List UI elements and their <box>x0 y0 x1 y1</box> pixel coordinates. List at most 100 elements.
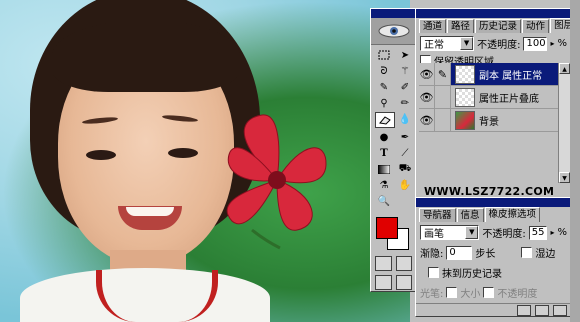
eye-icon[interactable]: 👁 <box>419 86 435 108</box>
erase-to-history-label: 抹到历史记录 <box>442 269 502 280</box>
tab-history[interactable]: 历史记录 <box>475 19 522 33</box>
gradient-tool-icon[interactable] <box>375 162 393 176</box>
wet-edges-label: 湿边 <box>535 249 556 260</box>
paint-bucket-tool-icon[interactable]: ⛟ <box>396 162 414 176</box>
eraser-opacity-input[interactable]: 55 <box>528 225 548 240</box>
stylus-label: 光笔: <box>420 289 444 300</box>
magic-wand-tool-icon[interactable]: ⚚ <box>396 64 414 78</box>
stylus-opacity-label: 不透明度 <box>497 289 538 300</box>
quick-mask-mode-icon[interactable] <box>395 256 412 271</box>
eye-icon[interactable]: 👁 <box>419 63 435 85</box>
standard-mode-icon[interactable] <box>375 256 392 271</box>
wet-edges-checkbox[interactable] <box>521 247 533 258</box>
scroll-down-icon[interactable]: ▼ <box>559 172 570 183</box>
steps-label: 步长 <box>475 249 496 260</box>
trash-icon[interactable] <box>553 304 567 316</box>
lasso-tool-icon[interactable]: ᘐ <box>375 64 393 78</box>
marquee-tool-icon[interactable] <box>375 48 393 62</box>
tab-eraser-options[interactable]: 橡皮擦选项 <box>484 207 541 222</box>
options-palette-tabs: 导航器 信息 橡皮擦选项 <box>416 207 571 222</box>
photo-right-eye <box>168 148 198 158</box>
layer-name: 背景 <box>479 116 499 128</box>
toolbox: ➤ ᘐ ⚚ ✎ ✐ ⚲ ✏ 💧 ● ✒ T ⟋ ⛟ ⚗ ✋ 🔍 <box>370 8 417 292</box>
layer-name: 属性正片叠底 <box>479 93 539 105</box>
fade-label: 渐隐: <box>420 249 444 260</box>
paintbrush-icon[interactable]: ✎ <box>435 63 451 85</box>
blend-mode-value: 正常 <box>424 40 444 51</box>
color-swatches <box>375 214 416 254</box>
screen-mode-standard-icon[interactable] <box>375 275 392 290</box>
screen-mode-full-icon[interactable] <box>395 275 412 290</box>
layer-thumbnail <box>455 110 475 130</box>
opacity-input[interactable]: 100 <box>523 36 548 51</box>
eraser-opacity-unit: % <box>557 227 567 238</box>
eraser-mode-select[interactable]: 画笔 ▼ <box>420 225 480 240</box>
measure-tool-icon[interactable]: ⟋ <box>396 146 414 160</box>
blur-tool-icon[interactable]: 💧 <box>396 112 414 126</box>
eye-icon[interactable]: 👁 <box>419 109 435 131</box>
stylus-size-checkbox[interactable] <box>446 287 458 298</box>
photo-collar <box>96 270 218 322</box>
scroll-up-icon[interactable]: ▲ <box>559 63 570 74</box>
tab-navigator[interactable]: 导航器 <box>419 208 456 222</box>
photo-bangs <box>52 20 240 92</box>
pen-tool-icon[interactable]: ✒ <box>396 130 414 144</box>
window-edge <box>570 0 580 322</box>
foreground-color-swatch[interactable] <box>376 217 398 239</box>
opacity-unit: % <box>557 38 567 49</box>
airbrush-tool-icon[interactable]: ✎ <box>375 80 393 94</box>
hibiscus-flower <box>226 114 327 250</box>
layer-link-cell[interactable] <box>435 86 451 108</box>
layer-link-cell[interactable] <box>435 109 451 131</box>
screen-modes <box>371 273 416 292</box>
opacity-arrow-icon[interactable]: ▸ <box>550 39 554 48</box>
paintbrush-tool-icon[interactable]: ✐ <box>396 80 414 94</box>
layers-list: 👁 ✎ 副本 属性正常 👁 属性正片叠底 👁 背景 <box>419 63 574 183</box>
tab-paths[interactable]: 路径 <box>447 19 475 33</box>
tab-actions[interactable]: 动作 <box>522 19 550 33</box>
layers-palette-title-bar[interactable] <box>416 9 571 18</box>
eraser-opacity-label: 不透明度: <box>482 229 526 240</box>
stylus-size-label: 大小 <box>460 289 481 300</box>
blend-mode-select[interactable]: 正常 ▼ <box>420 36 475 51</box>
mask-modes <box>371 254 416 273</box>
options-palette-footer <box>416 303 571 316</box>
layer-row[interactable]: 👁 背景 <box>419 109 574 132</box>
dodge-tool-icon[interactable]: ● <box>375 130 393 144</box>
layers-palette-tabs: 通道 路径 历史记录 动作 图层 <box>416 18 578 33</box>
fade-input[interactable]: 0 <box>446 245 473 260</box>
layer-thumbnail <box>455 87 475 107</box>
hand-tool-icon[interactable]: ✋ <box>396 178 414 192</box>
type-tool-icon[interactable]: T <box>375 146 393 160</box>
layers-scrollbar[interactable]: ▲ ▼ <box>558 63 570 183</box>
eyedropper-tool-icon[interactable]: ⚗ <box>375 178 393 192</box>
layer-row[interactable]: 👁 ✎ 副本 属性正常 <box>419 63 574 86</box>
layer-row[interactable]: 👁 属性正片叠底 <box>419 86 574 109</box>
tab-channels[interactable]: 通道 <box>419 19 447 33</box>
eraser-options-palette: 导航器 信息 橡皮擦选项 画笔 ▼ 不透明度: 55 ▸ % 渐隐: 0 步长 … <box>415 197 572 317</box>
toolbox-title-bar[interactable] <box>371 9 416 18</box>
photoshop-eye-logo[interactable] <box>371 18 416 45</box>
erase-to-history-checkbox[interactable] <box>428 267 439 278</box>
chevron-down-icon: ▼ <box>460 37 474 50</box>
stylus-opacity-checkbox[interactable] <box>483 287 495 298</box>
layers-palette: 通道 路径 历史记录 动作 图层 正常 ▼ 不透明度: 100 ▸ % 保留透明… <box>415 8 578 198</box>
move-tool-icon[interactable]: ➤ <box>396 48 414 62</box>
new-layer-icon[interactable] <box>517 304 531 316</box>
layer-name: 副本 属性正常 <box>479 70 543 82</box>
eraser-tool-icon[interactable] <box>375 112 395 128</box>
opacity-label: 不透明度: <box>477 40 521 51</box>
layer-thumbnail <box>455 64 475 84</box>
options-palette-title-bar[interactable] <box>416 198 571 207</box>
zoom-tool-icon[interactable]: 🔍 <box>375 194 393 208</box>
duplicate-icon[interactable] <box>535 304 549 316</box>
rubber-stamp-tool-icon[interactable]: ⚲ <box>375 96 393 110</box>
tab-info[interactable]: 信息 <box>456 208 484 222</box>
photo-left-eye <box>86 150 116 160</box>
eraser-mode-value: 画笔 <box>424 229 444 240</box>
document-canvas[interactable] <box>0 0 410 322</box>
pencil-tool-icon[interactable]: ✏ <box>396 96 414 110</box>
eraser-opacity-arrow-icon[interactable]: ▸ <box>550 228 554 237</box>
photo-teeth <box>126 207 174 216</box>
chevron-down-icon: ▼ <box>465 226 479 239</box>
